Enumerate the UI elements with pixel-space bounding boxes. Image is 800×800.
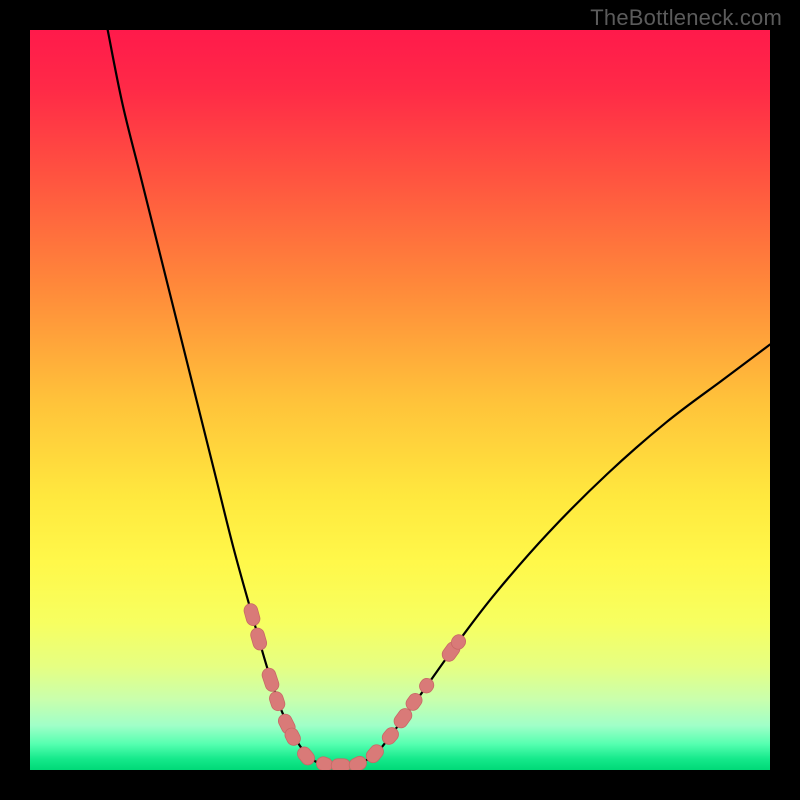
curve-marker (242, 602, 261, 627)
curve-marker (260, 666, 280, 693)
curve-marker (379, 725, 401, 747)
curve-marker (347, 754, 369, 770)
curve-marker (268, 690, 287, 713)
attribution-label: TheBottleneck.com (590, 5, 782, 31)
curve-layer (30, 30, 770, 770)
curve-marker (295, 744, 318, 768)
curve-marker (417, 676, 437, 696)
marker-group (242, 602, 468, 770)
curve-marker (249, 626, 268, 651)
curve-left (108, 30, 326, 765)
plot-area (30, 30, 770, 770)
chart-frame: TheBottleneck.com (0, 0, 800, 800)
curve-marker (331, 759, 350, 770)
